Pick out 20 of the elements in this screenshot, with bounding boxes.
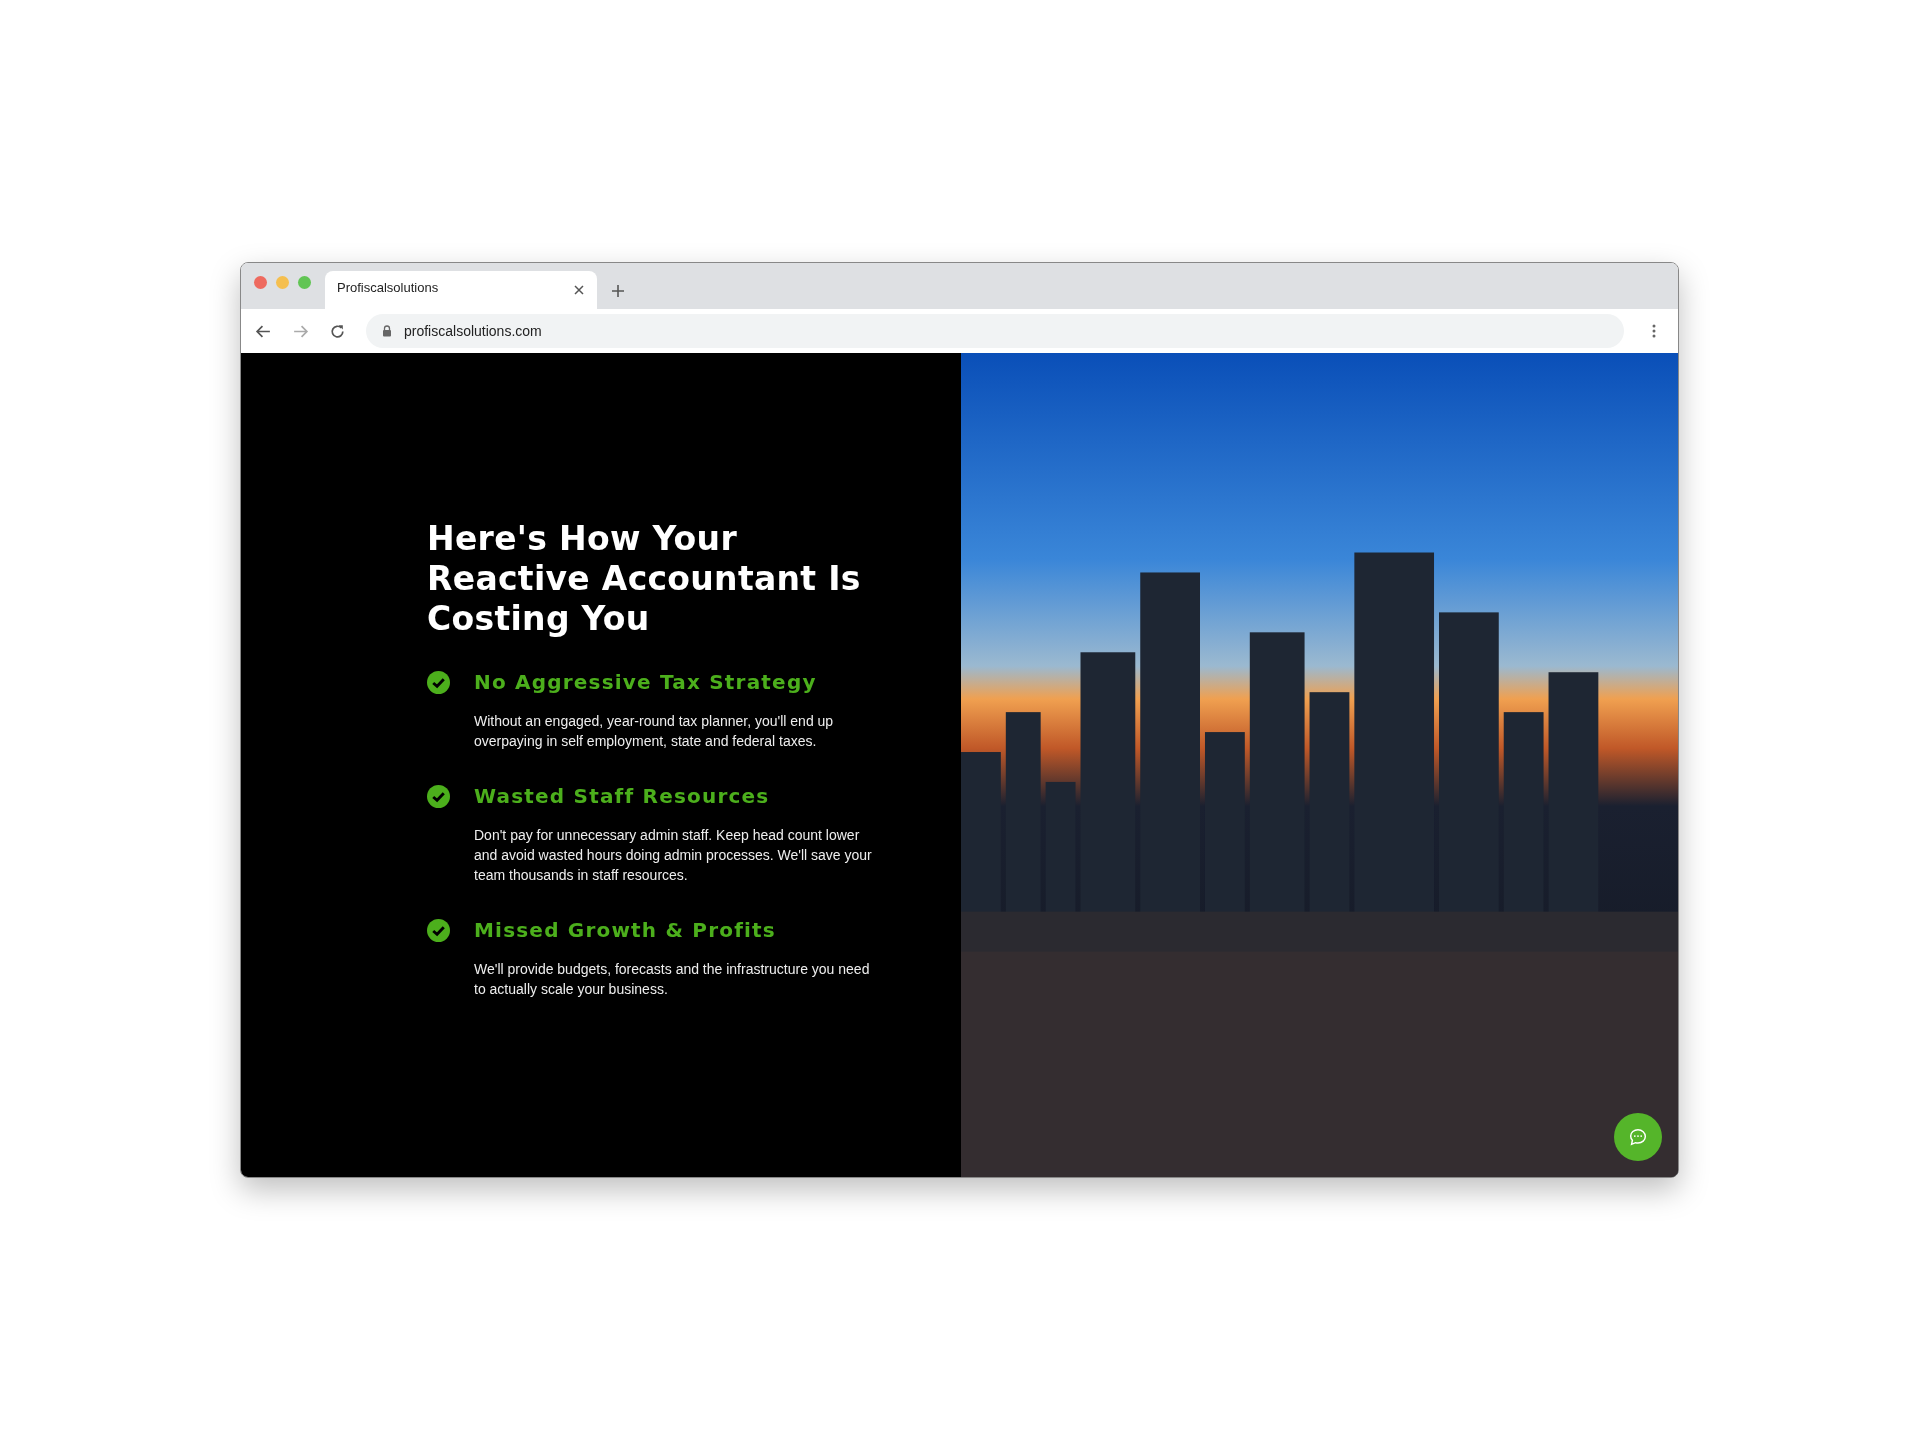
item-title: Missed Growth & Profits — [474, 917, 777, 944]
check-circle-icon — [427, 919, 450, 942]
chat-bubble-icon — [1627, 1126, 1649, 1148]
item-description: Without an engaged, year-round tax planner, you'll end up overpaying in self employment, state and federal taxes. — [474, 712, 835, 751]
url-text: profiscalsolutions.com — [404, 323, 542, 339]
item-title: No Aggressive Tax Strategy — [474, 669, 818, 696]
reload-icon[interactable] — [329, 322, 346, 340]
new-tab-icon[interactable] — [611, 284, 625, 298]
menu-icon[interactable] — [1652, 323, 1656, 339]
lock-icon — [382, 325, 392, 337]
section-heading: Here's How Your Reactive Accountant Is Costing You — [427, 519, 862, 639]
browser-tab[interactable]: Profiscalsolutions — [325, 271, 597, 309]
item-description: Don't pay for unnecessary admin staff. Keep head count lower and avoid wasted hours doing admin processes. We'll save your team thousands in staff resources. — [474, 826, 873, 885]
item-description: We'll provide budgets, forecasts and the infrastructure you need to actually scale your business. — [474, 960, 871, 999]
address-bar[interactable]: profiscalsolutions.com — [366, 314, 1624, 348]
check-circle-icon — [427, 671, 450, 694]
tab-title: Profiscalsolutions — [337, 279, 439, 295]
item-title: Wasted Staff Resources — [474, 783, 771, 810]
close-tab-icon[interactable] — [573, 284, 585, 296]
check-circle-icon — [427, 785, 450, 808]
